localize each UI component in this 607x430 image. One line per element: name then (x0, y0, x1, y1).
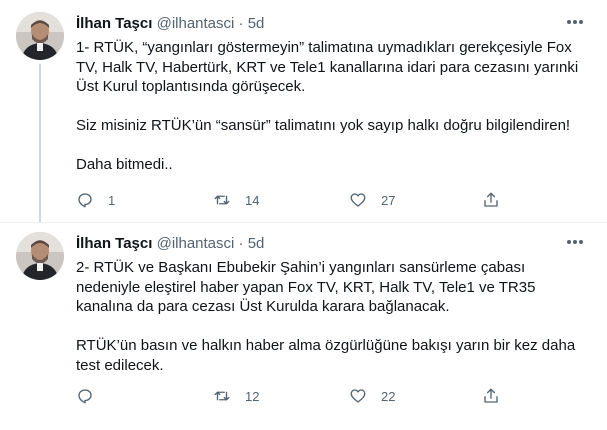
tweet-actions: 12 22 (76, 386, 516, 406)
display-name[interactable]: İlhan Taşcı (76, 15, 152, 32)
reply-icon (78, 389, 92, 404)
tweet-paragraph: Siz misiniz RTÜK’ün “sansür” talimatını … (76, 117, 571, 134)
handle[interactable]: @ilhantasci (157, 235, 235, 252)
display-name[interactable]: İlhan Taşcı (76, 235, 152, 252)
reply-icon (78, 193, 92, 208)
tweet-paragraph: 2- RTÜK ve Başkanı Ebubekir Şahin’i yang… (76, 259, 536, 315)
like-icon (350, 389, 366, 403)
more-dots-icon[interactable] (563, 236, 587, 256)
tweet-actions: 1 14 27 (76, 190, 516, 210)
tweet[interactable]: İlhan Taşcı @ilhantasci · 5d 2- RTÜK ve … (0, 222, 607, 430)
reply-button[interactable] (76, 386, 108, 406)
share-icon (484, 388, 498, 403)
like-count: 22 (381, 388, 396, 404)
timestamp[interactable]: 5d (248, 235, 265, 252)
tweet-text: 1- RTÜK, “yangınları göstermeyin” talima… (76, 38, 588, 194)
reply-count: 1 (108, 192, 116, 208)
avatar[interactable] (16, 12, 64, 60)
more-dots-icon[interactable] (563, 16, 587, 36)
handle[interactable]: @ilhantasci (157, 15, 235, 32)
retweet-count: 12 (245, 388, 260, 404)
share-icon (484, 192, 498, 207)
tweet-header: İlhan Taşcı @ilhantasci · 5d (76, 14, 264, 34)
retweet-icon (214, 391, 230, 401)
like-icon (350, 193, 366, 207)
tweet[interactable]: İlhan Taşcı @ilhantasci · 5d 1- RTÜK, “y… (0, 0, 607, 222)
retweet-count: 14 (245, 192, 260, 208)
reply-button[interactable]: 1 (76, 190, 115, 210)
retweet-icon (214, 195, 230, 205)
timestamp[interactable]: 5d (248, 15, 265, 32)
separator: · (238, 15, 244, 32)
avatar[interactable] (16, 232, 64, 280)
share-button[interactable] (482, 386, 500, 406)
tweet-paragraph: RTÜK’ün basın ve halkın haber alma özgür… (76, 337, 576, 374)
separator: · (238, 235, 244, 252)
tweet-paragraph: 1- RTÜK, “yangınları göstermeyin” talima… (76, 39, 579, 95)
tweet-text: 2- RTÜK ve Başkanı Ebubekir Şahin’i yang… (76, 258, 588, 395)
retweet-button[interactable]: 14 (213, 190, 259, 210)
thread-line (39, 64, 41, 222)
like-count: 27 (381, 192, 396, 208)
like-button[interactable]: 22 (349, 386, 395, 406)
share-button[interactable] (482, 190, 500, 210)
tweet-header: İlhan Taşcı @ilhantasci · 5d (76, 234, 264, 254)
avatar-image (16, 232, 64, 280)
avatar-image (16, 12, 64, 60)
like-button[interactable]: 27 (349, 190, 395, 210)
tweet-paragraph: Daha bitmedi.. (76, 156, 173, 173)
retweet-button[interactable]: 12 (213, 386, 259, 406)
